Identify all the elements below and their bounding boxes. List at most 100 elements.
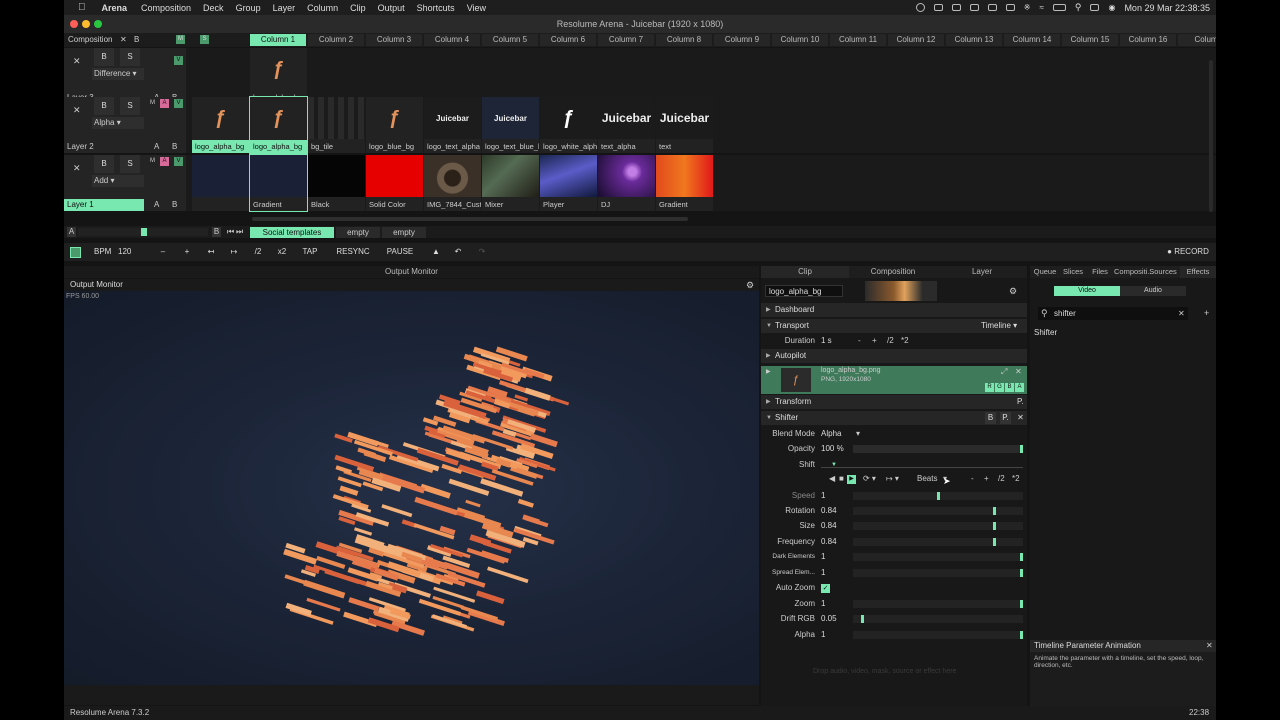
expand-icon[interactable]: ⤢	[1001, 367, 1007, 377]
layer-solo-button[interactable]: S	[120, 97, 140, 115]
param-value[interactable]: 0.84	[821, 504, 837, 518]
shifter-preset-button[interactable]: P.	[1000, 412, 1011, 424]
clip-slot[interactable]: Gradient	[656, 155, 713, 211]
slider-handle[interactable]	[993, 538, 996, 546]
gear-status-icon[interactable]	[933, 4, 943, 11]
param-value[interactable]: 1	[821, 597, 825, 611]
param-value[interactable]: 1	[821, 566, 825, 580]
record-status-icon[interactable]	[915, 3, 925, 12]
column-header-6[interactable]: Column 6	[540, 34, 596, 46]
shifter-remove-icon[interactable]: ✕	[1015, 412, 1026, 424]
clip-slot[interactable]: Juicebar text	[656, 97, 713, 153]
browser-tab-2[interactable]: Files	[1086, 266, 1114, 278]
param-slider[interactable]	[853, 522, 1023, 530]
menu-view[interactable]: View	[467, 3, 486, 13]
subtab-video[interactable]: Video	[1054, 286, 1120, 296]
column-header-3[interactable]: Column 3	[366, 34, 422, 46]
layer-solo-button[interactable]: S	[120, 155, 140, 173]
param-slider[interactable]	[853, 569, 1023, 577]
tempo-indicator-icon[interactable]	[70, 247, 81, 258]
clip-slot[interactable]: Solid Color	[366, 155, 423, 211]
clip-slot[interactable]: ƒ logo_alpha_bg	[249, 96, 308, 154]
menu-layer[interactable]: Layer	[273, 3, 296, 13]
param-value[interactable]: 1	[821, 628, 825, 642]
clip-slot[interactable]: ƒ logo_white_alpha...	[540, 97, 597, 153]
layer-name[interactable]: Layer 2	[64, 141, 144, 153]
column-header-13[interactable]: Column 13	[946, 34, 1002, 46]
layer-crossfade-b[interactable]: B	[172, 200, 177, 209]
param-value[interactable]: 1	[821, 550, 825, 564]
layer-bypass-button[interactable]: B	[94, 48, 114, 66]
remove-source-icon[interactable]: ✕	[1015, 367, 1022, 376]
clip-settings-icon[interactable]: ⚙	[1009, 286, 1017, 297]
layer-a-button[interactable]: A	[160, 157, 169, 166]
chevron-down-icon[interactable]: ▾	[856, 427, 860, 441]
menu-group[interactable]: Group	[236, 3, 261, 13]
duration-double-button[interactable]: *2	[901, 334, 909, 348]
column-header-9[interactable]: Column 9	[714, 34, 770, 46]
layer-a-button[interactable]: A	[160, 99, 169, 108]
shift-timeline[interactable]: ▼	[821, 462, 1023, 468]
output-settings-icon[interactable]: ⚙	[746, 280, 754, 291]
beats-half-button[interactable]: /2	[998, 472, 1005, 486]
search-icon[interactable]: ⚲	[1075, 2, 1082, 13]
slider-handle[interactable]	[861, 615, 864, 623]
tap-button[interactable]: TAP	[300, 243, 320, 261]
keyboard-status-icon[interactable]	[987, 4, 997, 11]
deck-next-icon[interactable]: ⏭	[236, 227, 243, 237]
clip-slot[interactable]: bg_tile	[308, 97, 365, 153]
wifi-icon[interactable]: ≈	[1039, 3, 1043, 12]
layer-v-button[interactable]: V	[174, 56, 183, 65]
metronome-icon[interactable]: ▲	[430, 243, 442, 261]
layer-bypass-button[interactable]: B	[94, 155, 114, 173]
param-value[interactable]: 100 %	[821, 442, 844, 456]
column-header-2[interactable]: Column 2	[308, 34, 364, 46]
menu-shortcuts[interactable]: Shortcuts	[417, 3, 455, 13]
tab-layer[interactable]: Layer	[937, 266, 1027, 278]
effect-result-shifter[interactable]: Shifter	[1034, 328, 1057, 337]
layer-blend-dropdown[interactable]: Add ▾	[92, 175, 144, 187]
minimize-window-button[interactable]	[82, 20, 90, 28]
slider-handle[interactable]	[937, 492, 940, 500]
channel-a-button[interactable]: A	[1015, 383, 1024, 392]
slider-handle[interactable]	[993, 507, 996, 515]
record-button[interactable]: ● RECORD	[1164, 243, 1212, 261]
bpm-plus-button[interactable]: +	[180, 243, 194, 261]
layer-m-button[interactable]: M	[148, 99, 157, 108]
param-value[interactable]: 0.84	[821, 519, 837, 533]
param-slider[interactable]	[853, 445, 1023, 453]
duration-half-button[interactable]: /2	[887, 334, 894, 348]
volume-status-icon[interactable]	[1005, 4, 1015, 11]
channel-g-button[interactable]: G	[995, 383, 1004, 392]
layer-v-button[interactable]: V	[174, 157, 183, 166]
clear-search-icon[interactable]: ✕	[1178, 307, 1185, 320]
deck-tab-empty-2[interactable]: empty	[382, 227, 426, 238]
layer-crossfade-b[interactable]: B	[172, 142, 177, 151]
tab-clip[interactable]: Clip	[761, 266, 849, 278]
layer-crossfade-a[interactable]: A	[154, 142, 159, 151]
browser-tab-4[interactable]: Sources	[1146, 266, 1180, 278]
clip-name-field[interactable]: logo_alpha_bg	[765, 285, 843, 297]
param-value[interactable]: 0.05	[821, 612, 837, 626]
clip-slot[interactable]: Juicebar logo_text_blue_bg	[482, 97, 539, 153]
column-header-8[interactable]: Column 8	[656, 34, 712, 46]
layer-v-button[interactable]: V	[174, 99, 183, 108]
stop-icon[interactable]: ■	[839, 472, 844, 486]
cloud-status-icon[interactable]	[951, 4, 961, 11]
channel-r-button[interactable]: R	[985, 383, 994, 392]
clip-slot[interactable]: ƒ logo_blue_bg	[366, 97, 423, 153]
param-slider[interactable]	[853, 600, 1023, 608]
beats-plus-button[interactable]: +	[984, 472, 989, 486]
param-slider[interactable]	[853, 553, 1023, 561]
clip-slot[interactable]: Juicebar text_alpha	[598, 97, 655, 153]
slider-handle[interactable]	[1020, 631, 1023, 639]
clip-slot[interactable]: Player	[540, 155, 597, 211]
menu-deck[interactable]: Deck	[203, 3, 224, 13]
search-input[interactable]: shifter	[1054, 307, 1076, 320]
column-header-4[interactable]: Column 4	[424, 34, 480, 46]
pause-button[interactable]: PAUSE	[386, 243, 414, 261]
param-slider[interactable]	[853, 538, 1023, 546]
menu-output[interactable]: Output	[378, 3, 405, 13]
layer-clear-icon[interactable]: ✕	[73, 105, 81, 116]
column-header-7[interactable]: Column 7	[598, 34, 654, 46]
